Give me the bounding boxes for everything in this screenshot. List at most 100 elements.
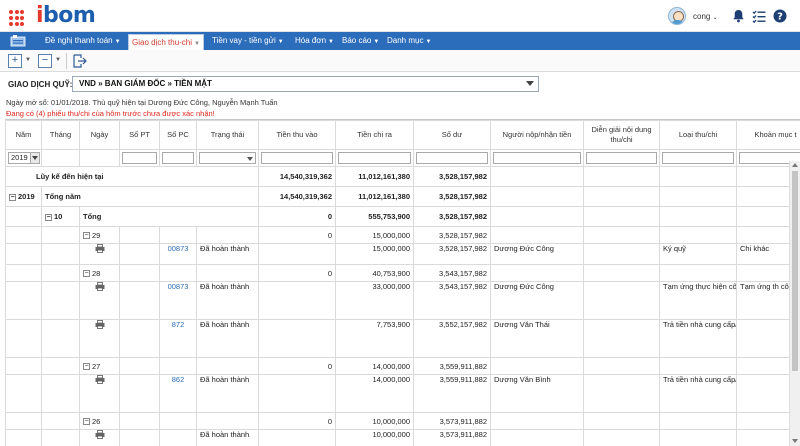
nav-giao-dich-thu-chi[interactable]: Giao dịch thu-chi ▼ — [128, 34, 204, 50]
col-day-header[interactable]: Ngày — [79, 120, 120, 150]
collapse-icon[interactable]: − — [83, 363, 90, 371]
person-filter-input[interactable] — [493, 152, 581, 164]
so-pc-link[interactable]: 872 — [159, 319, 197, 358]
fund-select[interactable]: VND » BAN GIÁM ĐỐC » TIỀN MẶT — [72, 76, 539, 92]
month-out: 555,753,900 — [335, 206, 414, 227]
summary-label: Lũy kế đến hiện tại — [5, 166, 259, 187]
transactions-table: Năm Tháng Ngày Số PT Số PC Trạng thái Ti… — [5, 120, 800, 446]
day-total-row[interactable]: −27 0 14,000,000 3,559,911,882 — [5, 357, 800, 375]
printer-icon[interactable] — [95, 375, 105, 388]
col-status-header[interactable]: Trạng thái — [196, 120, 259, 150]
toolbar: + ▼ − ▼ — [0, 50, 800, 72]
col-so-pt-header[interactable]: Số PT — [119, 120, 160, 150]
in-filter-input[interactable] — [261, 152, 333, 164]
collapse-icon[interactable]: − — [83, 232, 90, 240]
balance-cell: 3,552,157,982 — [413, 319, 491, 358]
in-cell — [258, 281, 336, 320]
day-total-row[interactable]: −28 0 40,753,900 3,543,157,982 — [5, 264, 800, 282]
scroll-down-icon[interactable] — [792, 439, 798, 443]
nav-label: Giao dịch thu-chi — [132, 38, 193, 47]
checklist-icon[interactable] — [751, 8, 767, 24]
printer-icon[interactable] — [95, 282, 105, 295]
type-cell: Ký quỹ — [659, 243, 737, 265]
collapse-all-icon[interactable]: − — [38, 54, 52, 68]
fund-label: GIAO DỊCH QUỸ: — [8, 80, 73, 89]
month-in: 0 — [258, 206, 336, 227]
nav-hoa-don[interactable]: Hóa đơn ▼ — [292, 32, 337, 50]
person-filter-cell — [490, 149, 584, 167]
year-filter-select[interactable]: 2019 — [8, 152, 40, 164]
col-in-header[interactable]: Tiền thu vào — [258, 120, 336, 150]
app-launcher-icon[interactable] — [9, 10, 25, 26]
help-icon[interactable]: ? — [772, 8, 788, 24]
out-filter-input[interactable] — [338, 152, 411, 164]
vertical-scrollbar[interactable] — [789, 161, 800, 446]
month-cell: −10 — [41, 206, 80, 227]
so-pc-link[interactable]: 00873 — [159, 281, 197, 320]
balance-filter-cell — [413, 149, 491, 167]
user-menu[interactable]: cong ⌄ — [693, 12, 718, 21]
status-cell: Đã hoàn thành — [196, 374, 259, 413]
svg-text:?: ? — [777, 12, 783, 23]
caret-down-icon[interactable]: ▼ — [25, 57, 31, 63]
export-icon[interactable] — [72, 53, 88, 71]
status-cell: Đã hoàn thành — [196, 429, 259, 446]
col-balance-header[interactable]: Số dư — [413, 120, 491, 150]
table-row[interactable]: 862 Đã hoàn thành 14,000,000 3,559,911,882 D… — [5, 374, 800, 413]
col-type-header[interactable]: Loại thu/chi — [659, 120, 737, 150]
col-year-header[interactable]: Năm — [5, 120, 42, 150]
desc-cell — [583, 281, 660, 320]
col-item-header[interactable]: Khoản mục t — [736, 120, 800, 150]
col-so-pc-header[interactable]: Số PC — [159, 120, 197, 150]
nav-tien-vay-tien-gui[interactable]: Tiền vay - tiền gửi ▼ — [209, 32, 287, 50]
type-filter-input[interactable] — [662, 152, 734, 164]
nav-de-nghi-thanh-toan[interactable]: Đề nghị thanh toán ▼ — [42, 32, 124, 50]
year-out: 11,012,161,380 — [335, 186, 414, 207]
day-total-row[interactable]: −26 0 10,000,000 3,573,911,882 — [5, 412, 800, 430]
status-filter-select[interactable] — [199, 152, 256, 164]
so-pc-link[interactable]: 862 — [159, 374, 197, 413]
printer-icon[interactable] — [95, 320, 105, 333]
so-pt-cell — [119, 429, 160, 446]
col-out-header[interactable]: Tiền chi ra — [335, 120, 414, 150]
caret-down-icon: ▼ — [277, 39, 284, 45]
collapse-icon[interactable]: − — [83, 270, 90, 278]
status-cell: Đã hoàn thành — [196, 281, 259, 320]
so-pc-link[interactable]: 00873 — [159, 243, 197, 265]
table-row[interactable]: 00873 Đã hoàn thành 15,000,000 3,528,157,98… — [5, 243, 800, 265]
printer-icon[interactable] — [95, 430, 105, 443]
expand-all-icon[interactable]: + — [8, 54, 22, 68]
summary-row: Lũy kế đến hiện tại 14,540,319,362 11,01… — [5, 166, 800, 187]
collapse-icon[interactable]: − — [9, 193, 16, 201]
day-total-row[interactable]: −29 0 15,000,000 3,528,157,982 — [5, 226, 800, 244]
person-cell: Dương Đức Công — [490, 243, 584, 265]
nav-danh-muc[interactable]: Danh mục ▼ — [384, 32, 434, 50]
day-in: 0 — [258, 264, 336, 282]
so-pt-filter-input[interactable] — [122, 152, 157, 164]
so-pc-link[interactable] — [159, 429, 197, 446]
caret-down-icon[interactable]: ▼ — [55, 57, 61, 63]
col-month-header[interactable]: Tháng — [41, 120, 80, 150]
nav-bao-cao[interactable]: Báo cáo ▼ — [339, 32, 382, 50]
col-person-header[interactable]: Người nộp/nhận tiền — [490, 120, 584, 150]
pending-warning[interactable]: Đang có (4) phiếu thu/chi của hôm trước … — [6, 109, 215, 118]
avatar[interactable] — [668, 7, 686, 25]
month-total-row[interactable]: −10 Tổng 0 555,753,900 3,528,157,982 — [5, 206, 800, 227]
collapse-icon[interactable]: − — [45, 213, 52, 221]
scroll-up-icon[interactable] — [792, 163, 798, 167]
bell-icon[interactable] — [730, 8, 746, 24]
home-icon[interactable] — [10, 34, 26, 48]
status-cell: Đã hoàn thành — [196, 319, 259, 358]
collapse-icon[interactable]: − — [83, 418, 90, 426]
so-pc-filter-input[interactable] — [162, 152, 194, 164]
col-desc-header[interactable]: Diễn giải nội dung thu/chi — [583, 120, 660, 150]
table-row[interactable]: 872 Đã hoàn thành 7,753,900 3,552,157,982 Dư… — [5, 319, 800, 358]
logo[interactable]: ibom — [36, 3, 96, 29]
scrollbar-thumb[interactable] — [792, 171, 798, 371]
table-row[interactable]: 00873 Đã hoàn thành 33,000,000 3,543,157,98… — [5, 281, 800, 320]
printer-icon[interactable] — [95, 244, 105, 257]
table-row[interactable]: Đã hoàn thành 10,000,000 3,573,911,882 — [5, 429, 800, 446]
year-total-row[interactable]: −2019 Tổng năm 14,540,319,362 11,012,161… — [5, 186, 800, 207]
balance-filter-input[interactable] — [416, 152, 488, 164]
desc-filter-input[interactable] — [586, 152, 657, 164]
